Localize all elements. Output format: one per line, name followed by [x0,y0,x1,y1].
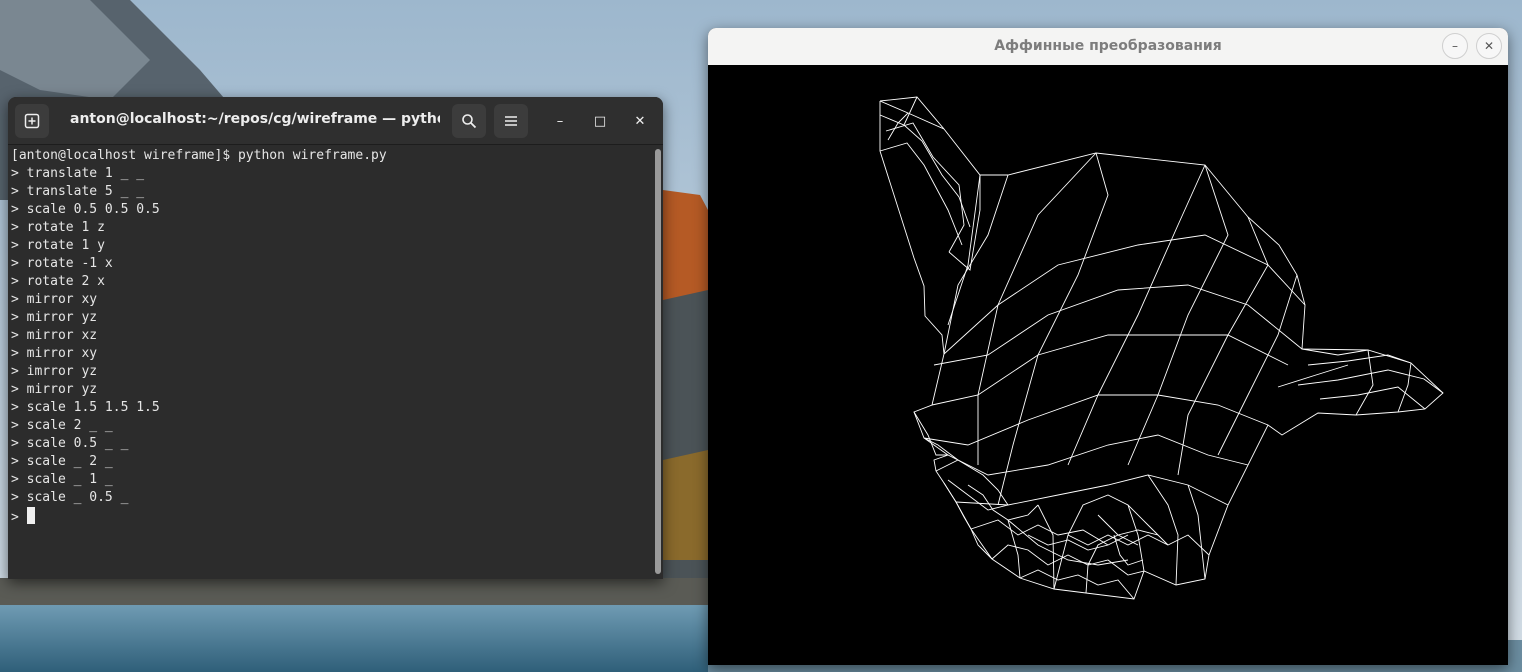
scrollbar[interactable] [655,149,661,574]
input-line: > scale _ 1 _ [11,472,113,487]
input-line: > rotate 1 y [11,238,105,253]
input-line: > mirror yz [11,310,98,325]
viewer-window: Аффинные преобразования – ✕ [708,28,1508,665]
new-tab-icon [24,113,40,129]
minimize-button[interactable]: – [544,105,576,137]
terminal-output[interactable]: [anton@localhost wireframe]$ python wire… [8,145,654,579]
text-cursor [26,507,35,524]
input-line: > scale _ 0.5 _ [11,490,129,505]
wireframe-model [879,96,1444,600]
input-line: > mirror xy [11,292,98,307]
new-tab-button[interactable] [15,104,49,138]
close-icon: ✕ [634,113,646,129]
terminal-headerbar: anton@localhost:~/repos/cg/wireframe — p… [8,97,663,145]
viewer-title: Аффинные преобразования [994,38,1222,54]
viewer-headerbar: Аффинные преобразования – ✕ [708,28,1508,66]
input-line: > translate 5 _ _ [11,184,145,199]
wireframe-canvas[interactable] [708,65,1508,665]
input-line: > rotate 2 x [11,274,105,289]
terminal-title: anton@localhost:~/repos/cg/wireframe — p… [70,111,440,127]
search-button[interactable] [452,104,486,138]
menu-button[interactable] [494,104,528,138]
input-line: > translate 1 _ _ [11,166,145,181]
viewer-close-button[interactable]: ✕ [1476,33,1502,59]
terminal-window: anton@localhost:~/repos/cg/wireframe — p… [8,97,663,579]
close-icon: ✕ [1483,39,1495,53]
input-line: > scale 1.5 1.5 1.5 [11,400,160,415]
input-line: > scale 0.5 _ _ [11,436,129,451]
viewer-minimize-button[interactable]: – [1442,33,1468,59]
input-line: > rotate -1 x [11,256,113,271]
hamburger-menu-icon [505,116,517,126]
input-line: > imrror yz [11,364,98,379]
input-line: > scale 2 _ _ [11,418,113,433]
search-icon [462,114,477,129]
close-button[interactable]: ✕ [624,105,656,137]
input-line: > scale 0.5 0.5 0.5 [11,202,160,217]
input-line: > mirror xy [11,346,98,361]
minimize-icon: – [1452,39,1458,53]
input-line: > mirror xz [11,328,98,343]
maximize-button[interactable]: □ [584,105,616,137]
input-line: > rotate 1 z [11,220,105,235]
input-line: > mirror yz [11,382,98,397]
input-line: > scale _ 2 _ [11,454,113,469]
shell-command-line: [anton@localhost wireframe]$ python wire… [11,148,387,163]
prompt-line[interactable]: > [11,507,654,527]
minimize-icon: – [556,113,564,129]
maximize-icon: □ [593,113,607,129]
prompt: > [11,510,27,525]
